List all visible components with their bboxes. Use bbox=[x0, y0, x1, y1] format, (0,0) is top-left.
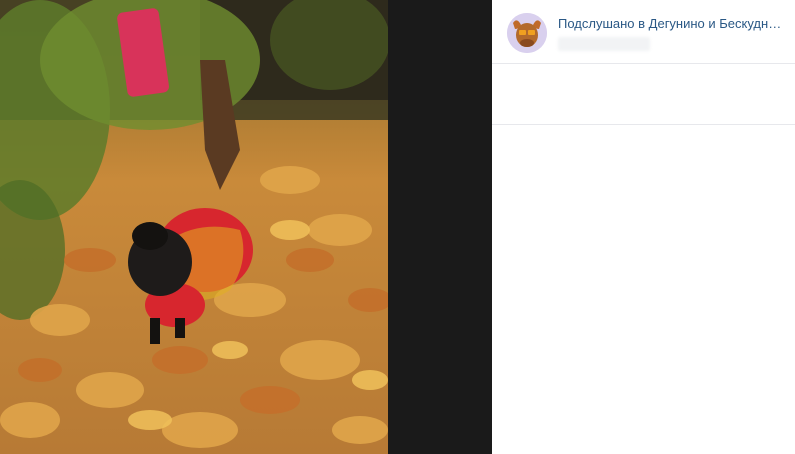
post-date[interactable] bbox=[558, 37, 650, 51]
photo-viewer[interactable] bbox=[0, 0, 492, 454]
post-body bbox=[492, 64, 795, 125]
post-header: Подслушано в Дегунино и Бескудниково bbox=[492, 0, 795, 64]
community-name-link[interactable]: Подслушано в Дегунино и Бескудниково bbox=[558, 16, 783, 31]
moose-avatar-icon bbox=[507, 13, 547, 53]
post-photo[interactable] bbox=[0, 0, 388, 454]
community-avatar[interactable] bbox=[507, 13, 547, 53]
dog-photo-image bbox=[0, 0, 388, 454]
post-sidebar: Подслушано в Дегунино и Бескудниково bbox=[492, 0, 795, 454]
